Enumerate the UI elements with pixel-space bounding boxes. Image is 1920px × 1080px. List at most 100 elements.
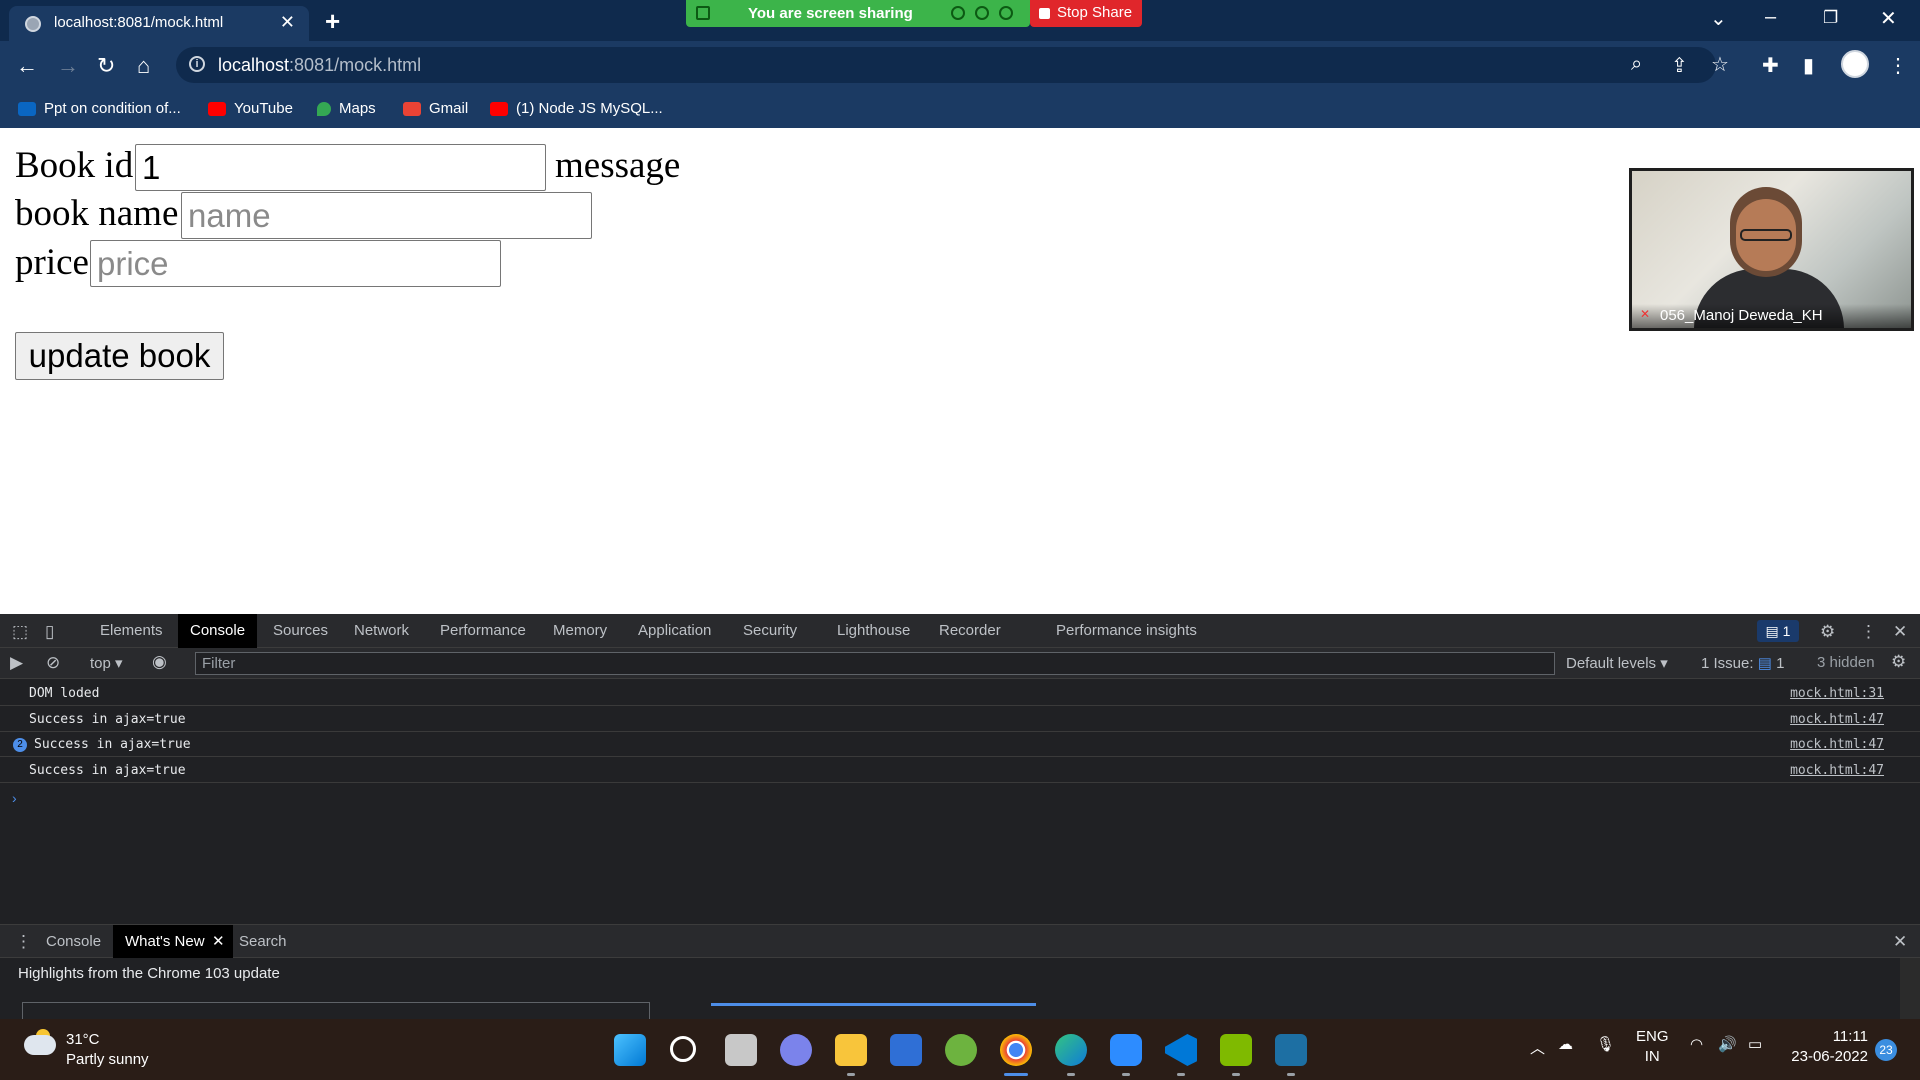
- spring-tools-icon[interactable]: [945, 1034, 977, 1066]
- address-url[interactable]: localhost:8081/mock.html: [218, 55, 421, 76]
- more-options-icon[interactable]: ⋮: [1860, 622, 1877, 642]
- edge-icon[interactable]: [1055, 1034, 1087, 1066]
- onedrive-icon[interactable]: ☁: [1558, 1035, 1573, 1053]
- console-settings-icon[interactable]: ⚙: [1891, 652, 1906, 672]
- console-source-link[interactable]: mock.html:31: [1790, 681, 1884, 706]
- file-explorer-icon[interactable]: [835, 1034, 867, 1066]
- update-book-button[interactable]: update book: [15, 332, 224, 380]
- drawer-tab-search[interactable]: Search: [227, 925, 299, 959]
- reload-icon[interactable]: ↻: [97, 53, 115, 79]
- book-name-input[interactable]: [181, 192, 592, 239]
- clock[interactable]: 11:11 23-06-2022: [1788, 1027, 1868, 1067]
- console-source-link[interactable]: mock.html:47: [1790, 707, 1884, 732]
- console-filter-input[interactable]: Filter: [195, 652, 1555, 675]
- bookmark-gmail[interactable]: Gmail: [403, 97, 468, 121]
- extensions-icon[interactable]: ✚: [1762, 53, 1779, 78]
- console-prompt-icon[interactable]: ›: [12, 790, 17, 806]
- drawer-scrollbar[interactable]: [1900, 958, 1920, 1019]
- bookmark-linkedin[interactable]: Ppt on condition of...: [18, 97, 181, 121]
- inspect-element-icon[interactable]: ⬚: [12, 622, 28, 642]
- forward-icon[interactable]: →: [57, 53, 79, 79]
- address-bar[interactable]: i localhost:8081/mock.html ⌕ ⇪ ☆: [176, 47, 1729, 83]
- issues-label: 1 Issue:: [1701, 655, 1754, 672]
- start-icon[interactable]: [614, 1034, 646, 1066]
- console-message-text: Success in ajax=true: [29, 712, 186, 727]
- tab-application[interactable]: Application: [626, 614, 723, 648]
- minimize-icon[interactable]: –: [1765, 6, 1776, 29]
- participant-video[interactable]: 056_Manoj Deweda_KH ✕: [1629, 168, 1914, 331]
- bookmarks-bar: Ppt on condition of... YouTube Maps Gmai…: [0, 91, 1920, 128]
- tab-security[interactable]: Security: [731, 614, 809, 648]
- tab-console[interactable]: Console: [178, 614, 258, 648]
- screen-share-banner: You are screen sharing: [686, 0, 1030, 27]
- window-close-icon[interactable]: ✕: [1880, 6, 1897, 31]
- devtools-close-icon[interactable]: ✕: [1893, 622, 1907, 642]
- tab-elements[interactable]: Elements: [88, 614, 175, 648]
- notification-badge[interactable]: 23: [1875, 1039, 1897, 1061]
- drawer-tab-console[interactable]: Console: [34, 925, 113, 959]
- mic-off-icon[interactable]: [951, 6, 965, 20]
- drawer-tab-whats-new[interactable]: What's New ✕: [113, 925, 233, 959]
- microsoft-store-icon[interactable]: [890, 1034, 922, 1066]
- tab-recorder[interactable]: Recorder: [927, 614, 1013, 648]
- wifi-icon[interactable]: ◠: [1690, 1035, 1703, 1053]
- record-icon[interactable]: [975, 6, 989, 20]
- chevron-up-icon[interactable]: ︿: [1530, 1037, 1545, 1058]
- battery-icon[interactable]: ▭: [1748, 1035, 1762, 1053]
- tab-lighthouse[interactable]: Lighthouse: [825, 614, 922, 648]
- log-levels-dropdown[interactable]: Default levels ▾: [1566, 654, 1668, 672]
- tab-performance-insights[interactable]: Performance insights: [1044, 614, 1209, 648]
- price-input[interactable]: [90, 240, 501, 287]
- search-icon[interactable]: [670, 1036, 696, 1062]
- sidebar-toggle-icon[interactable]: ▶: [10, 653, 23, 673]
- mysql-workbench-icon[interactable]: [1275, 1034, 1307, 1066]
- context-selector[interactable]: top ▾: [90, 654, 123, 672]
- browser-tab[interactable]: localhost:8081/mock.html ✕: [9, 6, 309, 41]
- profile-avatar[interactable]: [1841, 50, 1869, 78]
- chrome-icon[interactable]: [1000, 1034, 1032, 1066]
- notepad-plus-icon[interactable]: [1220, 1034, 1252, 1066]
- teams-chat-icon[interactable]: [780, 1034, 812, 1066]
- bookmark-maps[interactable]: Maps: [317, 97, 376, 121]
- back-icon[interactable]: ←: [16, 53, 38, 79]
- tab-close-icon[interactable]: ✕: [280, 12, 295, 33]
- stop-share-button[interactable]: Stop Share: [1030, 0, 1142, 27]
- tab-memory[interactable]: Memory: [541, 614, 619, 648]
- live-expression-eye-icon[interactable]: ◉: [152, 652, 167, 672]
- whats-new-video-banner: [711, 1003, 1036, 1006]
- vscode-icon[interactable]: [1165, 1034, 1197, 1066]
- bookmark-star-icon[interactable]: ☆: [1711, 52, 1729, 77]
- device-toolbar-icon[interactable]: ▯: [45, 622, 54, 642]
- zoom-icon[interactable]: ⌕: [1631, 53, 1642, 76]
- book-id-input[interactable]: [135, 144, 546, 191]
- drawer-close-icon[interactable]: ✕: [1893, 932, 1907, 952]
- clear-console-icon[interactable]: ⊘: [46, 653, 60, 673]
- zoom-app-icon[interactable]: [1110, 1034, 1142, 1066]
- drawer-tab-close-icon[interactable]: ✕: [212, 925, 225, 959]
- tab-performance[interactable]: Performance: [428, 614, 538, 648]
- settings-gear-icon[interactable]: ⚙: [1820, 622, 1835, 642]
- tab-network[interactable]: Network: [342, 614, 421, 648]
- microphone-icon[interactable]: 🎙: [1596, 1035, 1615, 1053]
- menu-icon[interactable]: ⋮: [1888, 53, 1908, 78]
- console-source-link[interactable]: mock.html:47: [1790, 732, 1884, 757]
- home-icon[interactable]: ⌂: [137, 53, 150, 79]
- share-page-icon[interactable]: ⇪: [1671, 53, 1688, 78]
- site-info-icon[interactable]: i: [189, 56, 205, 72]
- shield-icon[interactable]: [999, 6, 1013, 20]
- volume-icon[interactable]: 🔊: [1718, 1035, 1737, 1053]
- language-indicator[interactable]: ENG IN: [1636, 1027, 1669, 1067]
- issues-button[interactable]: 1 Issue: ▤ 1: [1701, 654, 1784, 672]
- tab-sources[interactable]: Sources: [261, 614, 340, 648]
- drawer-menu-icon[interactable]: ⋮: [15, 932, 32, 952]
- linkedin-icon: [18, 102, 36, 117]
- task-view-icon[interactable]: [725, 1034, 757, 1066]
- console-source-link[interactable]: mock.html:47: [1790, 758, 1884, 783]
- bookmark-youtube[interactable]: YouTube: [208, 97, 293, 121]
- tab-search-icon[interactable]: ⌄: [1710, 6, 1727, 31]
- side-panel-icon[interactable]: ▮: [1803, 53, 1814, 78]
- restore-icon[interactable]: ❐: [1823, 8, 1838, 28]
- bookmark-node-mysql[interactable]: (1) Node JS MySQL...: [490, 97, 663, 121]
- new-tab-button[interactable]: +: [325, 6, 340, 37]
- messages-badge[interactable]: ▤ 1: [1757, 620, 1799, 642]
